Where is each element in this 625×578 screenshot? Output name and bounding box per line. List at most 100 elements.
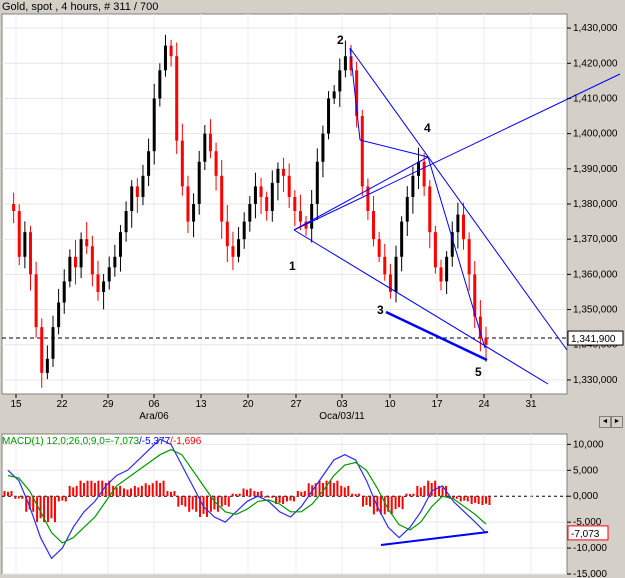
candle-body [113,256,117,268]
candle-body [287,175,291,197]
candle-body [467,239,471,275]
candle-body [12,204,16,212]
candle-body [270,182,274,212]
candle-body [186,186,190,222]
scroll-right-button[interactable]: ► [611,416,623,428]
candle-body [315,161,319,204]
candle-body [310,204,314,229]
candle-body [445,256,449,282]
candle-body [73,256,77,268]
candle-body [23,232,27,257]
price-x-tick-label: 31 [525,399,537,410]
candle-body [175,56,179,141]
macd-prefix: MACD(1) 12,0;26,0;9,0= [2,436,111,447]
price-y-tick-label: 1,350,000 [573,305,618,316]
candle-body [433,232,437,268]
price-y-axis: 1,430,000 1,420,000 1,410,000 1,400,000 1,39… [567,23,624,386]
candle-body [57,302,61,328]
candle-body [28,232,32,275]
price-y-tick-label: 1,430,000 [573,23,618,34]
price-x-tick-label: 20 [242,399,254,410]
scroll-left-button[interactable]: ◄ [599,416,611,428]
chart-canvas[interactable]: 1,430,000 1,420,000 1,410,000 1,400,000 1,39… [0,0,625,578]
candle-body [220,175,224,222]
candle-body [360,116,364,187]
price-y-tick-label: 1,420,000 [573,58,618,69]
macd-y-tick-label: -10,000 [573,543,607,554]
macd-y-axis: 10,0005,0000,000-5,000-10,000-15,000-7,0… [567,439,609,578]
candle-body [276,168,280,183]
wave-label-1: 1 [289,259,296,273]
macd-y-tick-label: 0,000 [573,491,598,502]
candle-body [62,281,66,303]
candle-body [68,256,72,282]
price-month-label: Ara/06 [139,411,169,422]
last-price-tag-text: 1,341,900 [571,334,616,345]
wave-label-5: 5 [475,365,482,379]
price-x-tick-label: 03 [336,399,348,410]
candle-body [51,327,55,359]
candle-body [45,358,49,373]
candle-body [248,204,252,222]
candle-body [118,232,122,257]
candle-body [372,211,376,240]
candle-body [192,204,196,222]
candle-body [411,175,415,197]
candle-body [96,274,100,292]
wave-label-2: 2 [337,33,344,47]
candle-body [377,239,381,257]
macd-value-tag-text: -7,073 [571,529,600,540]
candle-body [484,337,488,345]
price-x-tick-label: 22 [56,399,68,410]
candle-body [169,45,173,57]
candle-body [293,196,297,212]
price-y-tick-label: 1,410,000 [573,93,618,104]
candle-body [225,221,229,247]
price-x-axis: 15 22 29 06 13 20 27 03 10 17 24 31 Ara/06 Oca/03/11 [10,394,537,422]
candle-body [90,246,94,275]
candle-body [214,151,218,176]
candle-body [338,70,342,92]
price-y-tick-label: 1,330,000 [573,375,618,386]
macd-legend: MACD(1) 12,0;26,0;9,0=-7,073/-5,377/-1,6… [2,436,201,447]
candle-body [79,239,83,268]
candle-body [40,327,44,373]
price-y-tick-label: 1,370,000 [573,234,618,245]
candle-body [237,239,241,257]
candle-body [203,133,207,162]
price-y-tick-label: 1,380,000 [573,199,618,210]
macd-value: -7,073 [110,436,140,447]
price-x-tick-label: 13 [195,399,207,410]
candle-body [107,267,111,282]
price-y-tick-label: 1,400,000 [573,129,618,140]
candle-body [259,186,263,197]
candle-body [321,133,325,162]
candle-body [180,140,184,187]
candle-body [400,221,404,257]
signal-value: /-5,377 [139,436,171,447]
candle-body [17,211,21,257]
candle-body [298,211,302,222]
candle-body [253,186,257,204]
candle-body [405,196,409,222]
candle-body [158,70,162,99]
candle-body [197,161,201,204]
candle-body [428,186,432,233]
candle-body [231,246,235,257]
candle-body [383,256,387,275]
candle-body [124,211,128,233]
price-x-tick-label: 29 [102,399,114,410]
price-x-tick-label: 27 [290,399,302,410]
wave-label-4: 4 [424,121,431,135]
price-x-tick-label: 24 [478,399,490,410]
candle-body [242,221,246,240]
price-y-tick-label: 1,360,000 [573,269,618,280]
hist-value: /-1,696 [170,436,202,447]
candle-body [135,186,139,197]
candle-body [422,161,426,187]
wave-label-3: 3 [377,303,384,317]
candle-body [462,214,466,240]
candle-body [163,45,167,71]
candle-body [456,214,460,233]
price-month-label: Oca/03/11 [319,411,365,422]
